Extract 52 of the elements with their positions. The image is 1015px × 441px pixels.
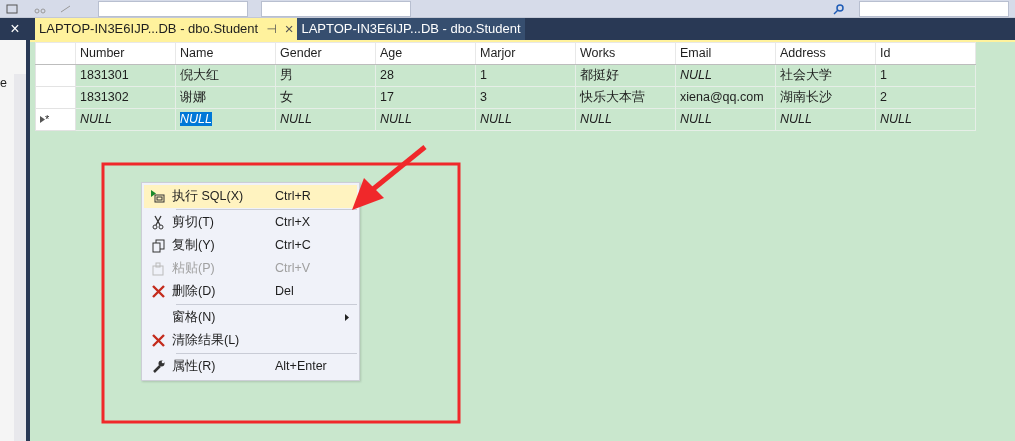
menu-item[interactable]: 删除(D) Del bbox=[144, 280, 357, 303]
column-header[interactable]: Age bbox=[375, 42, 476, 65]
current-row-icon bbox=[40, 116, 45, 124]
row-header[interactable] bbox=[35, 64, 76, 87]
search-field[interactable] bbox=[858, 0, 1009, 17]
wrench-icon bbox=[151, 360, 165, 373]
table-cell[interactable]: 28 bbox=[380, 68, 394, 83]
new-row-marker: * bbox=[45, 112, 50, 128]
table-cell[interactable]: 2 bbox=[880, 90, 887, 105]
table-cell[interactable]: 1 bbox=[480, 68, 487, 83]
column-header[interactable]: Gender bbox=[275, 42, 376, 65]
toolbar-dropdown[interactable] bbox=[260, 0, 411, 17]
row-header[interactable] bbox=[35, 42, 76, 65]
column-header[interactable]: Address bbox=[775, 42, 876, 65]
row-header[interactable] bbox=[35, 86, 76, 109]
column-header[interactable]: Works bbox=[575, 42, 676, 65]
search-icon[interactable] bbox=[832, 2, 847, 15]
copy-icon bbox=[151, 238, 165, 253]
table-cell[interactable]: 男 bbox=[280, 68, 293, 83]
document-tab[interactable]: LAPTOP-IN3E6IJP...DB - dbo.Student bbox=[297, 18, 525, 40]
document-tab[interactable]: LAPTOP-IN3E6IJP...DB - dbo.Student ⊣ × bbox=[35, 18, 298, 40]
table-cell[interactable]: 女 bbox=[280, 90, 293, 105]
close-button[interactable]: × bbox=[284, 17, 294, 41]
row-header[interactable]: * bbox=[35, 108, 76, 131]
paste-icon bbox=[152, 261, 164, 276]
column-header[interactable]: Email bbox=[675, 42, 776, 65]
menu-item[interactable]: 清除结果(L) bbox=[144, 329, 357, 352]
panel-text: e bbox=[0, 75, 7, 92]
toolbar-icon[interactable] bbox=[6, 2, 21, 15]
scrollbar[interactable] bbox=[14, 74, 26, 441]
pin-button[interactable]: ⊣ bbox=[266, 20, 277, 38]
table-cell[interactable]: NULL bbox=[180, 112, 212, 127]
delete-icon bbox=[151, 334, 165, 347]
column-header[interactable]: Marjor bbox=[475, 42, 576, 65]
table-cell[interactable]: 3 bbox=[480, 90, 487, 105]
table-cell[interactable]: 谢娜 bbox=[180, 90, 206, 105]
menu-item[interactable]: 复制(Y) Ctrl+C bbox=[144, 234, 357, 257]
menu-item[interactable]: 执行 SQL(X) Ctrl+R bbox=[144, 185, 357, 208]
execute-icon bbox=[150, 189, 166, 204]
delete-icon bbox=[151, 285, 165, 298]
table-cell[interactable]: 17 bbox=[380, 90, 394, 105]
menu-item[interactable]: 窗格(N) bbox=[144, 306, 357, 329]
cut-icon bbox=[152, 215, 164, 230]
toolbar-dropdown[interactable] bbox=[98, 0, 249, 17]
menu-item[interactable]: 属性(R) Alt+Enter bbox=[144, 355, 357, 378]
submenu-arrow-icon bbox=[345, 314, 349, 321]
table-cell[interactable]: 1 bbox=[880, 68, 887, 83]
column-header[interactable]: Name bbox=[175, 42, 276, 65]
menu-item[interactable]: 剪切(T) Ctrl+X bbox=[144, 211, 357, 234]
column-header[interactable]: Number bbox=[75, 42, 176, 65]
close-button[interactable]: × bbox=[0, 18, 30, 40]
column-header[interactable]: Id bbox=[875, 42, 976, 65]
